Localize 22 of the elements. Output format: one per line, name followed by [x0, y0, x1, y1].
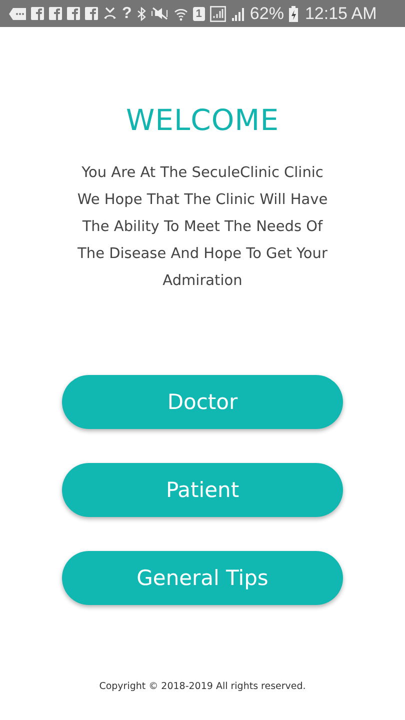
mute-icon [150, 7, 169, 20]
menu-button[interactable]: Patient [62, 463, 343, 517]
battery-percent: 62% [250, 4, 284, 24]
menu-button[interactable]: General Tips [62, 551, 343, 605]
welcome-message: You Are At The SeculeClinic Clinic We Hope That The Clinic Will Have The Ability To Meet The Needs Of The Disease And Hope To Get Your Admiration [76, 164, 329, 291]
wifi-icon [174, 6, 188, 20]
welcome-title: WELCOME [126, 102, 280, 138]
app-notification-icon [31, 7, 44, 20]
message-icon [9, 8, 26, 20]
battery-charging-icon [288, 6, 298, 22]
signal-box-icon [210, 6, 226, 22]
app-notification-icon [85, 7, 98, 20]
clock: 12:15 AM [304, 4, 377, 24]
signal-icon [230, 6, 245, 20]
unknown-status-mark: ? [122, 4, 132, 22]
copyright-text: Copyright © 2018-2019 All rights reserved. [99, 681, 306, 692]
missed-call-icon [103, 7, 117, 20]
sim-badge: 1 [192, 6, 205, 20]
bluetooth-icon [136, 6, 146, 20]
app-notification-icon [49, 7, 62, 20]
menu-button[interactable]: Doctor [62, 375, 343, 429]
app-notification-icon [67, 7, 80, 20]
